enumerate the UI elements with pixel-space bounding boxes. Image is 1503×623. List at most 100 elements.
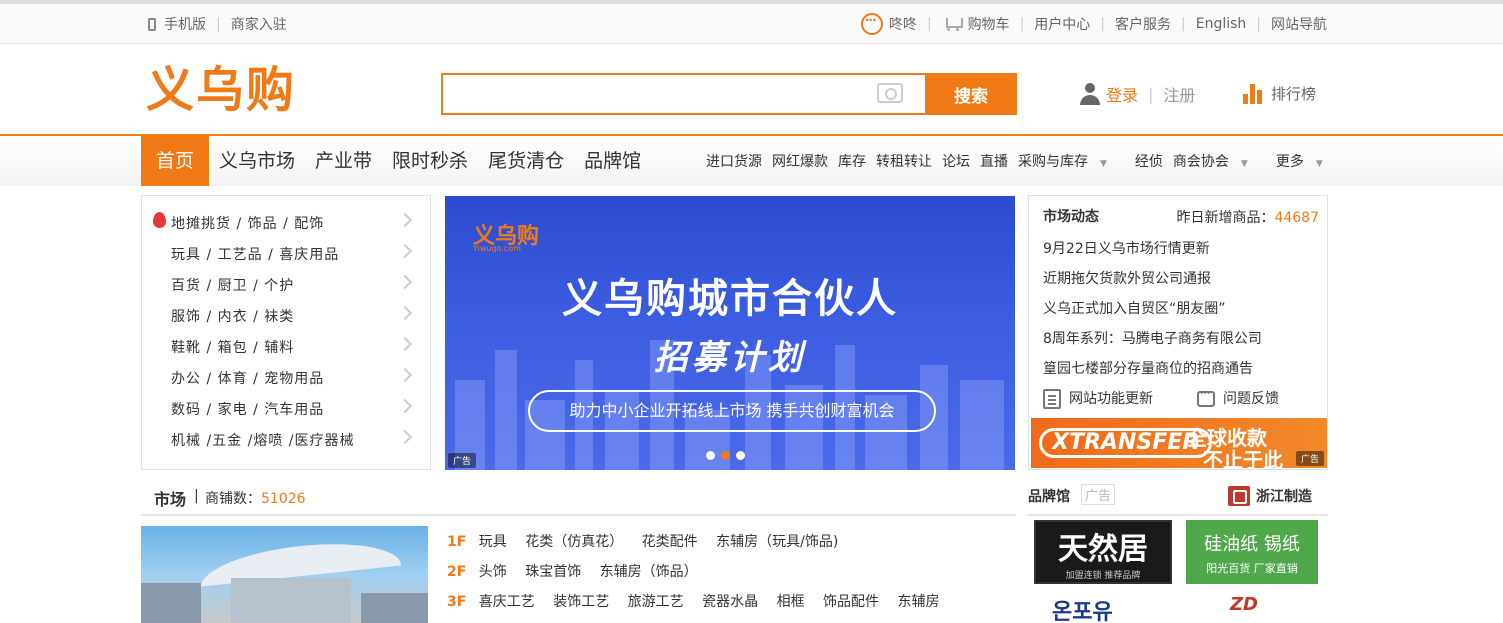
nav-brand-hall[interactable]: 品牌馆 bbox=[574, 136, 651, 186]
nav-clearance[interactable]: 尾货清仓 bbox=[478, 136, 574, 186]
banner-title: 义乌购城市合伙人 bbox=[562, 276, 898, 322]
carousel-dot-active[interactable] bbox=[721, 451, 730, 460]
zhejiang-made-icon bbox=[1228, 486, 1250, 506]
feedback-icon bbox=[1197, 387, 1215, 407]
site-logo[interactable]: 义乌购 bbox=[146, 62, 296, 118]
nav-forum[interactable]: 论坛 bbox=[942, 151, 970, 171]
category-item[interactable]: 百货 / 厨卫 / 个护 bbox=[142, 272, 430, 303]
nav-live[interactable]: 直播 bbox=[980, 151, 1008, 171]
cart-link[interactable]: 购物车 bbox=[968, 14, 1010, 34]
news-item[interactable]: 义乌正式加入自贸区“朋友圈” bbox=[1043, 296, 1262, 326]
english-link[interactable]: English bbox=[1196, 16, 1247, 32]
chevron-right-icon bbox=[397, 212, 413, 228]
floor-row: 1F 玩具 花类（仿真花） 花类配件 东辅房（玩具/饰品) bbox=[447, 534, 839, 550]
top-bar: 手机版 | 商家入驻 咚咚 | 购物车 | 用户中心 | 客户服务 | Engl… bbox=[0, 4, 1503, 44]
chat-link[interactable]: 咚咚 bbox=[889, 14, 917, 34]
category-item[interactable]: 数码 / 家电 / 汽车用品 bbox=[142, 396, 430, 427]
chevron-right-icon bbox=[397, 243, 413, 259]
bar-chart-icon bbox=[1243, 83, 1265, 104]
category-item[interactable]: 办公 / 体育 / 宠物用品 bbox=[142, 365, 430, 396]
new-goods-count: 昨日新增商品：44687 bbox=[1176, 210, 1319, 226]
mobile-phone-icon bbox=[148, 17, 156, 31]
brand-silicone-paper[interactable]: 硅油纸 锡纸 阳光百货 厂家直销 bbox=[1186, 520, 1318, 584]
search-input[interactable] bbox=[443, 75, 923, 113]
feedback-link[interactable]: 问题反馈 bbox=[1197, 387, 1279, 409]
carousel-dot[interactable] bbox=[736, 451, 745, 460]
chevron-right-icon bbox=[397, 305, 413, 321]
camera-icon[interactable] bbox=[877, 83, 903, 103]
category-item[interactable]: 鞋靴 / 箱包 / 辅料 bbox=[142, 334, 430, 365]
xtransfer-ad[interactable]: XTRANSFER 全球收款 不止于此 广告 bbox=[1031, 418, 1327, 468]
news-item[interactable]: 篁园七楼部分存量商位的招商通告 bbox=[1043, 356, 1262, 386]
news-item[interactable]: 9月22日义乌市场行情更新 bbox=[1043, 236, 1262, 266]
ranking-label: 排行榜 bbox=[1271, 85, 1317, 103]
news-item[interactable]: 8周年系列：马腾电子商务有限公司 bbox=[1043, 326, 1262, 356]
register-link[interactable]: 注册 bbox=[1163, 82, 1195, 106]
market-header: 市场 | 商铺数：51026 bbox=[141, 480, 1016, 516]
category-item[interactable]: 服饰 / 内衣 / 袜类 bbox=[142, 303, 430, 334]
search-box: 搜索 bbox=[441, 73, 1017, 115]
user-area: 登录 | 注册 bbox=[1080, 82, 1195, 106]
user-icon bbox=[1080, 83, 1100, 105]
chevron-right-icon bbox=[397, 336, 413, 352]
chevron-right-icon bbox=[397, 274, 413, 290]
brand-tianranju[interactable]: 天然居 加盟连锁 推荐品牌 bbox=[1034, 520, 1172, 584]
category-item[interactable]: 机械 /五金 /熔喷 /医疗器械 bbox=[142, 427, 430, 458]
search-button[interactable]: 搜索 bbox=[925, 73, 1017, 115]
market-building-image[interactable] bbox=[141, 526, 428, 623]
nav-investigation[interactable]: 经侦 bbox=[1135, 151, 1163, 171]
ranking-link[interactable]: 排行榜 bbox=[1243, 83, 1316, 104]
news-item[interactable]: 近期拖欠货款外贸公司通报 bbox=[1043, 266, 1262, 296]
category-menu: 地摊挑货 / 饰品 / 配饰 玩具 / 工艺品 / 喜庆用品 百货 / 厨卫 /… bbox=[141, 195, 431, 470]
customer-service-link[interactable]: 客户服务 bbox=[1115, 14, 1171, 34]
carousel-dot[interactable] bbox=[706, 451, 715, 460]
chevron-right-icon bbox=[397, 398, 413, 414]
shop-count: 商铺数：51026 bbox=[205, 491, 306, 507]
fire-icon bbox=[153, 212, 166, 228]
banner-slogan: 助力中小企业开拓线上市场 携手共创财富机会 bbox=[528, 390, 936, 432]
nav-yiwu-market[interactable]: 义乌市场 bbox=[209, 136, 305, 186]
login-link[interactable]: 登录 bbox=[1106, 82, 1138, 106]
chevron-down-icon: ▼ bbox=[1240, 159, 1248, 169]
nav-chamber-dropdown[interactable]: 商会协会 ▼ bbox=[1173, 151, 1258, 171]
brand-onforyou[interactable]: 온포유 bbox=[1052, 594, 1113, 623]
nav-import[interactable]: 进口货源 bbox=[706, 151, 762, 171]
nav-stock[interactable]: 库存 bbox=[838, 151, 866, 171]
mobile-version-link[interactable]: 手机版 bbox=[164, 14, 206, 34]
nav-industry-belt[interactable]: 产业带 bbox=[305, 136, 382, 186]
brand-hall-header: 品牌馆 广告 浙江制造 bbox=[1028, 480, 1328, 516]
chat-icon[interactable] bbox=[860, 13, 883, 35]
nav-transfer[interactable]: 转租转让 bbox=[876, 151, 932, 171]
nav-flash-sale[interactable]: 限时秒杀 bbox=[382, 136, 478, 186]
brand-zd[interactable]: ZD bbox=[1230, 594, 1258, 615]
banner-subtitle: 招募计划 bbox=[654, 338, 806, 378]
merchant-join-link[interactable]: 商家入驻 bbox=[231, 14, 287, 34]
chevron-right-icon bbox=[397, 429, 413, 445]
zhejiang-made-link[interactable]: 浙江制造 bbox=[1228, 486, 1312, 506]
category-item[interactable]: 地摊挑货 / 饰品 / 配饰 bbox=[142, 210, 430, 241]
site-update-link[interactable]: 网站功能更新 bbox=[1043, 388, 1197, 409]
market-title: 市场 bbox=[154, 490, 187, 509]
nav-home[interactable]: 首页 bbox=[141, 136, 210, 186]
floor-row: 3F 喜庆工艺 装饰工艺 旅游工艺 瓷器水晶 相框 饰品配件 东辅房 bbox=[447, 594, 940, 610]
user-center-link[interactable]: 用户中心 bbox=[1034, 14, 1090, 34]
chevron-down-icon: ▼ bbox=[1100, 159, 1107, 169]
news-title: 市场动态 bbox=[1043, 209, 1099, 225]
ad-tag: 广告 bbox=[448, 453, 477, 468]
carousel-dots bbox=[706, 451, 751, 460]
cart-icon[interactable] bbox=[942, 16, 963, 32]
banner-logo-sub: Yiwugo.com bbox=[473, 244, 521, 253]
document-icon bbox=[1043, 389, 1061, 409]
market-news-panel: 市场动态 昨日新增商品：44687 9月22日义乌市场行情更新 近期拖欠货款外贸… bbox=[1028, 195, 1328, 470]
category-item[interactable]: 玩具 / 工艺品 / 喜庆用品 bbox=[142, 241, 430, 272]
ad-tag: 广告 bbox=[1081, 484, 1116, 505]
nav-more-dropdown[interactable]: 更多 ▼ bbox=[1276, 151, 1333, 171]
hero-banner[interactable]: 义乌购 Yiwugo.com 义乌购城市合伙人 招募计划 助力中小企业开拓线上市… bbox=[445, 196, 1015, 470]
sitemap-link[interactable]: 网站导航 bbox=[1271, 14, 1327, 34]
chevron-down-icon: ▼ bbox=[1315, 159, 1323, 169]
main-nav: 首页 义乌市场 产业带 限时秒杀 尾货清仓 品牌馆 进口货源 网红爆款 库存 转… bbox=[0, 136, 1503, 186]
nav-hot-items[interactable]: 网红爆款 bbox=[772, 151, 828, 171]
chevron-right-icon bbox=[397, 367, 413, 383]
nav-purchase-dropdown[interactable]: 采购与库存 ▼ bbox=[1018, 151, 1117, 171]
floor-row: 2F 头饰 珠宝首饰 东辅房（饰品） bbox=[447, 564, 698, 580]
